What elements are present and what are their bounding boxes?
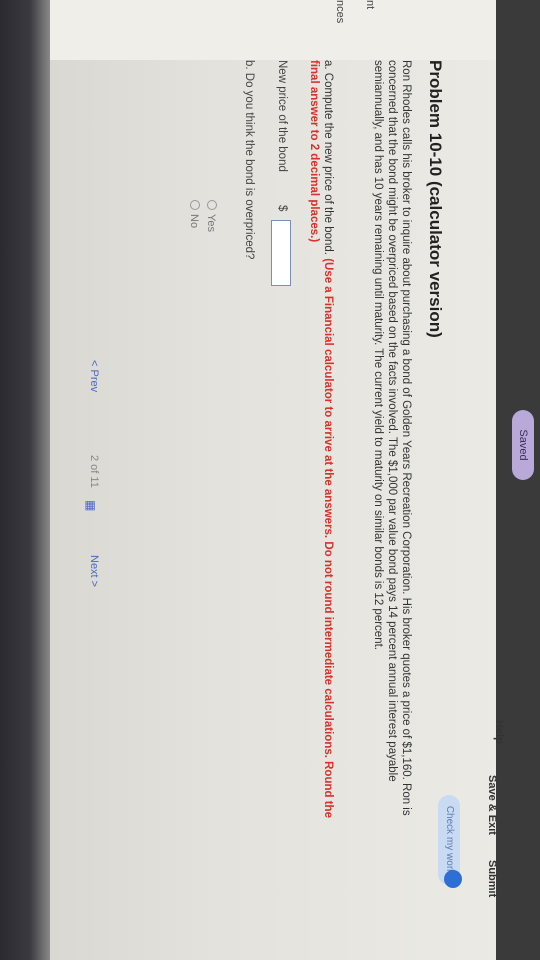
new-price-input[interactable] — [271, 220, 291, 286]
grid-icon[interactable]: ▦ — [84, 500, 98, 511]
part-b-question: b. Do you think the bond is overpriced? — [243, 60, 255, 260]
sidebar-label: nt — [364, 0, 376, 10]
help-link[interactable]: Help — [493, 720, 505, 744]
yes-radio[interactable]: Yes — [205, 200, 217, 232]
submit-link[interactable]: Submit — [486, 860, 498, 897]
yes-label: Yes — [205, 214, 217, 232]
pagination: < Prev 2 of 11 ▦ Next > — [80, 360, 100, 620]
problem-title: Problem 10-10 (calculator version) — [426, 60, 445, 338]
no-label: No — [188, 214, 200, 229]
left-sidebar: nt nces — [46, 0, 496, 60]
next-button[interactable]: Next > — [88, 555, 100, 587]
problem-text: Ron Rhodes calls his broker to inquire a… — [372, 60, 412, 816]
new-price-label: New price of the bond — [276, 60, 288, 172]
currency-symbol: $ — [276, 205, 288, 212]
check-count-badge — [444, 870, 462, 888]
radio-circle-icon — [190, 200, 200, 210]
screen-bezel — [0, 0, 50, 960]
page-indicator: 2 of 11 — [88, 455, 100, 488]
part-a-question: a. Compute the new price of the bond. (U… — [307, 60, 335, 840]
assignment-screen: Saved Help Save & Exit Submit Check my w… — [0, 0, 540, 960]
saved-status-badge: Saved — [512, 410, 534, 480]
prev-button[interactable]: < Prev — [88, 360, 100, 392]
top-bar: Saved — [496, 0, 540, 960]
sidebar-label: nces — [334, 0, 346, 24]
radio-circle-icon — [207, 200, 217, 210]
no-radio[interactable]: No — [188, 200, 200, 228]
part-a-prefix: a. Compute the new price of the bond. — [322, 60, 334, 255]
save-exit-link[interactable]: Save & Exit — [486, 775, 498, 835]
